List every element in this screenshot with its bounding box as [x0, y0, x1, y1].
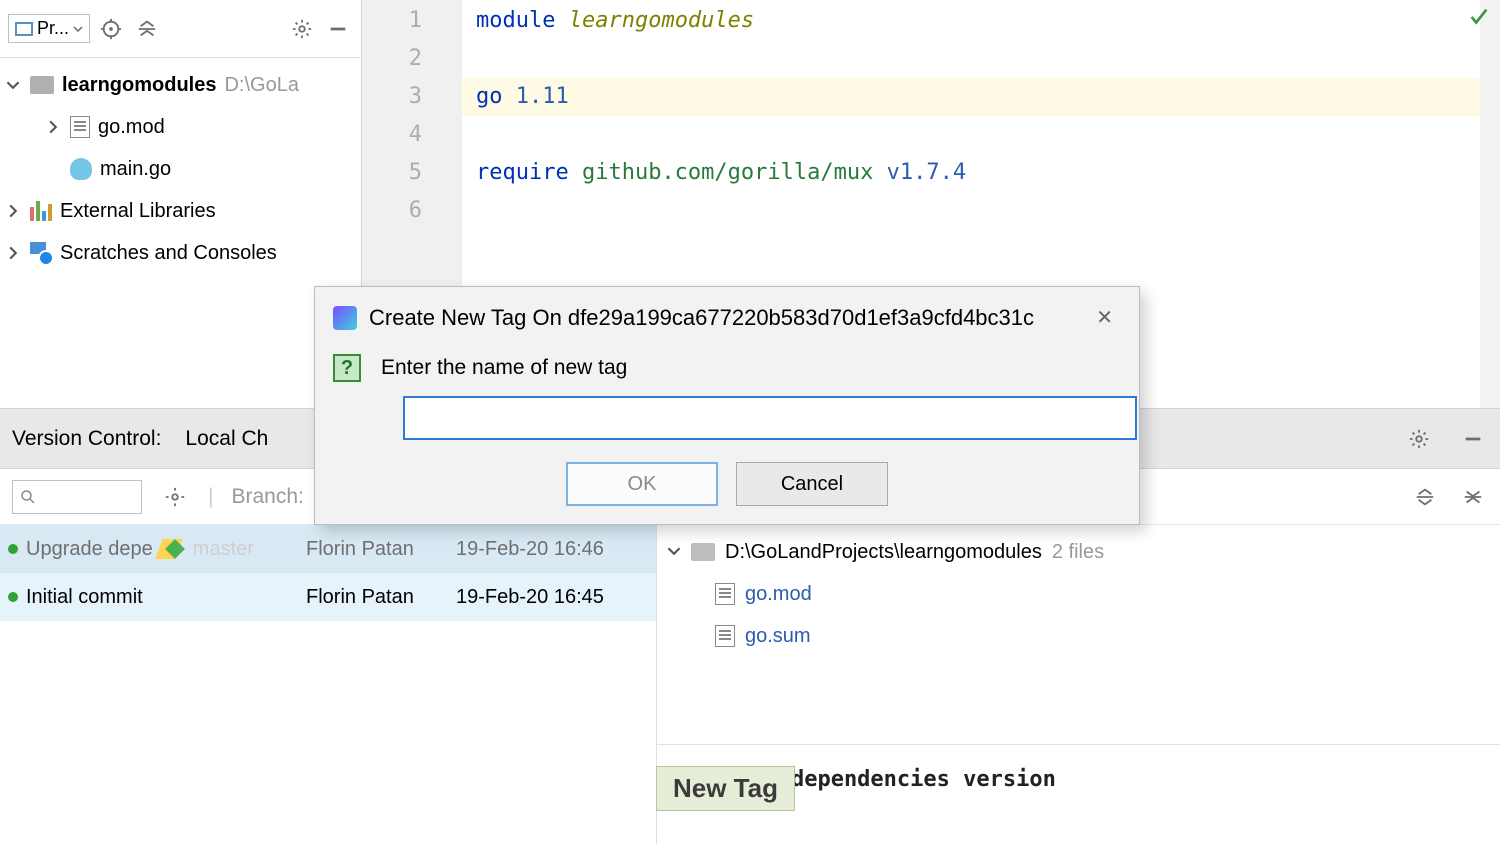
ok-button[interactable]: OK — [566, 462, 718, 506]
chevron-down-icon — [73, 24, 83, 34]
detail-folder-row[interactable]: D:\GoLandProjects\learngomodules 2 files — [657, 531, 1500, 573]
close-icon[interactable]: ✕ — [1088, 301, 1121, 334]
line-number: 6 — [362, 192, 422, 230]
expand-all-icon[interactable] — [1410, 482, 1440, 512]
commit-author: Florin Patan — [306, 586, 456, 609]
tag-name-input[interactable] — [403, 396, 1137, 440]
line-number: 2 — [362, 40, 422, 78]
root-name: learngomodules — [62, 74, 216, 97]
commit-message: Initial commit — [26, 586, 143, 609]
dialog-title-text: Create New Tag On dfe29a199ca677220b583d… — [369, 305, 1034, 331]
line-number: 5 — [362, 154, 422, 192]
vc-tab-local-changes[interactable]: Local Ch — [185, 427, 268, 451]
changed-file-row[interactable]: go.sum — [657, 615, 1500, 657]
gopher-icon — [70, 158, 92, 180]
dialog-prompt: Enter the name of new tag — [381, 356, 627, 380]
commit-date: 19-Feb-20 16:46 — [456, 538, 656, 561]
changed-file: go.sum — [745, 625, 811, 648]
keyword: require — [476, 160, 569, 185]
folder-icon — [30, 76, 54, 94]
collapse-all-icon[interactable] — [1458, 482, 1488, 512]
settings-gear-icon[interactable] — [287, 14, 317, 44]
commit-date: 19-Feb-20 16:45 — [456, 586, 656, 609]
project-combo-label: Pr... — [37, 18, 69, 39]
commit-row[interactable]: Upgrade depe master Florin Patan 19-Feb-… — [0, 525, 656, 573]
commit-author: Florin Patan — [306, 538, 456, 561]
tree-root[interactable]: learngomodules D:\GoLa — [0, 64, 361, 106]
settings-gear-icon[interactable] — [1404, 424, 1434, 454]
project-tree: learngomodules D:\GoLa go.mod main.go Ex — [0, 58, 361, 280]
package: github.com/gorilla/mux — [569, 160, 874, 185]
external-libs-label: External Libraries — [60, 200, 216, 223]
commit-row[interactable]: Initial commit Florin Patan 19-Feb-20 16… — [0, 573, 656, 621]
tooltip-new-tag: New Tag — [656, 766, 795, 811]
collapse-all-icon[interactable] — [132, 14, 162, 44]
root-path: D:\GoLa — [224, 74, 298, 97]
filter-gear-icon[interactable] — [160, 482, 190, 512]
cancel-button[interactable]: Cancel — [736, 462, 888, 506]
minimize-icon[interactable] — [1458, 424, 1488, 454]
tree-file-gomod[interactable]: go.mod — [0, 106, 361, 148]
vc-title: Version Control: — [12, 427, 161, 451]
tooltip-text: New Tag — [673, 773, 778, 803]
tree-scratches[interactable]: Scratches and Consoles — [0, 232, 361, 274]
editor-error-stripe[interactable] — [1480, 0, 1500, 408]
project-view-selector[interactable]: Pr... — [8, 14, 90, 43]
detail-count: 2 files — [1052, 541, 1104, 564]
tag-icon — [159, 539, 187, 559]
scratches-label: Scratches and Consoles — [60, 242, 277, 265]
chevron-right-icon[interactable] — [4, 246, 22, 260]
chevron-right-icon[interactable] — [44, 120, 62, 134]
file-label: main.go — [100, 158, 171, 181]
graph-node-icon — [8, 592, 18, 602]
tree-external-libs[interactable]: External Libraries — [0, 190, 361, 232]
line-number: 3 — [362, 78, 422, 116]
project-icon — [15, 22, 33, 36]
commit-log: Upgrade depe master Florin Patan 19-Feb-… — [0, 525, 656, 844]
create-tag-dialog: Create New Tag On dfe29a199ca677220b583d… — [314, 286, 1140, 525]
log-search-input[interactable] — [12, 480, 142, 514]
dialog-titlebar[interactable]: Create New Tag On dfe29a199ca677220b583d… — [315, 287, 1139, 348]
folder-icon — [691, 543, 715, 561]
branch-filter-label[interactable]: Branch: — [231, 485, 303, 509]
chevron-down-icon[interactable] — [4, 78, 22, 92]
keyword: module — [476, 8, 555, 33]
line-number: 4 — [362, 116, 422, 154]
scratches-icon — [30, 242, 52, 264]
file-icon — [715, 583, 735, 605]
minimize-icon[interactable] — [323, 14, 353, 44]
keyword: go — [476, 84, 503, 109]
changed-file-row[interactable]: go.mod — [657, 573, 1500, 615]
branch-label: master — [193, 538, 254, 561]
question-icon: ? — [333, 354, 361, 382]
chevron-right-icon[interactable] — [4, 204, 22, 218]
library-icon — [30, 201, 52, 221]
commit-message: Upgrade depe — [26, 538, 153, 561]
locate-target-icon[interactable] — [96, 14, 126, 44]
project-toolbar: Pr... — [0, 0, 361, 58]
file-icon — [70, 116, 90, 138]
inspection-ok-icon[interactable] — [1468, 6, 1490, 28]
file-label: go.mod — [98, 116, 165, 139]
version: v1.7.4 — [873, 160, 966, 185]
chevron-down-icon[interactable] — [667, 541, 681, 564]
graph-node-icon — [8, 544, 18, 554]
changed-file: go.mod — [745, 583, 812, 606]
tree-file-maingo[interactable]: main.go — [0, 148, 361, 190]
module-name: learngomodules — [555, 8, 754, 33]
version: 1.11 — [503, 84, 569, 109]
file-icon — [715, 625, 735, 647]
project-tool-window: Pr... — [0, 0, 362, 408]
search-icon — [19, 488, 37, 506]
detail-path: D:\GoLandProjects\learngomodules — [725, 541, 1042, 564]
line-number: 1 — [362, 2, 422, 40]
goland-app-icon — [333, 306, 357, 330]
